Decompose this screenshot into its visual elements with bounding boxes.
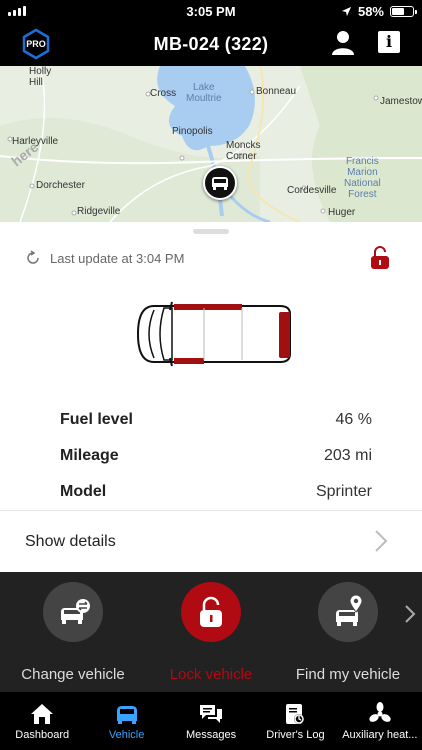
map-label: Francis Marion National Forest	[344, 156, 381, 200]
spec-row: Model Sprinter	[60, 474, 372, 510]
map-label: Jamestown	[380, 96, 422, 107]
lock-vehicle-label: Lock vehicle	[169, 666, 253, 683]
spec-label: Mileage	[60, 447, 119, 464]
info-icon[interactable]: i	[378, 31, 400, 53]
refresh-icon[interactable]	[25, 250, 41, 266]
spec-value: 46 %	[335, 411, 372, 428]
vehicle-specs: Fuel level 46 % Mileage 203 mi Model Spr…	[60, 402, 372, 510]
map-label: Pinopolis	[172, 126, 213, 137]
change-vehicle-icon	[43, 582, 103, 642]
vehicle-map[interactable]: Holly Hill here Cross Lake Moultrie Bonn…	[0, 66, 422, 222]
show-details-label: Show details	[25, 533, 116, 550]
find-vehicle-label: Find my vehicle	[295, 666, 401, 683]
tab-label: Auxiliary heat...	[342, 729, 418, 741]
map-label: Huger	[328, 207, 356, 218]
map-label: Lake Moultrie	[186, 82, 222, 104]
lock-vehicle-button[interactable]: Lock vehicle	[141, 582, 281, 683]
vehicle-sheet: Last update at 3:04 PM Fuel level 46 % M…	[0, 222, 422, 572]
tab-dashboard[interactable]: Dashboard	[0, 692, 84, 750]
find-vehicle-button[interactable]: Find my vehicle	[278, 582, 418, 683]
last-update-text: Last update at 3:04 PM	[50, 250, 185, 266]
change-vehicle-button[interactable]: Change vehicle	[3, 582, 143, 683]
spec-value: 203 mi	[323, 447, 372, 464]
app-header: PRO MB-024 (322) i	[0, 22, 422, 66]
page-title: MB-024 (322)	[153, 34, 269, 54]
map-label: Harleyville	[12, 136, 59, 147]
spec-row: Mileage 203 mi	[60, 438, 372, 474]
vehicle-diagram	[136, 301, 291, 367]
tab-label: Driver's Log	[266, 729, 325, 741]
home-icon	[31, 704, 54, 724]
last-update: Last update at 3:04 PM	[25, 250, 184, 266]
battery-icon	[390, 6, 417, 17]
spec-row: Fuel level 46 %	[60, 402, 372, 438]
battery-percent: 58%	[357, 4, 384, 19]
tab-bar: Dashboard Vehicle Messages Driver's Log	[0, 692, 422, 750]
location-arrow-icon	[341, 6, 352, 17]
tab-messages[interactable]: Messages	[169, 692, 253, 750]
map-label: Cross	[150, 88, 177, 99]
chevron-right-icon[interactable]	[404, 604, 416, 624]
tab-label: Vehicle	[108, 729, 145, 741]
find-vehicle-icon	[318, 582, 378, 642]
lock-icon	[181, 582, 241, 642]
tab-drivers-log[interactable]: Driver's Log	[253, 692, 337, 750]
spec-value: Sprinter	[315, 483, 372, 500]
tab-auxiliary-heating[interactable]: Auxiliary heat...	[338, 692, 422, 750]
tab-label: Messages	[185, 729, 237, 741]
show-details-row[interactable]: Show details	[0, 510, 422, 572]
user-icon[interactable]	[330, 30, 356, 56]
fan-icon	[369, 702, 391, 722]
map-label: Moncks Corner	[226, 140, 261, 162]
map-label: Cordesville	[287, 185, 337, 196]
unlocked-icon	[371, 246, 389, 269]
map-label: Ridgeville	[77, 206, 121, 217]
map-label: Bonneau	[256, 86, 297, 97]
chevron-right-icon	[375, 530, 388, 552]
map-label: Holly Hill	[29, 66, 52, 88]
tab-vehicle[interactable]: Vehicle	[84, 692, 168, 750]
van-front-icon	[212, 177, 228, 190]
change-vehicle-label: Change vehicle	[21, 666, 125, 683]
tab-label: Dashboard	[15, 729, 70, 741]
sheet-drag-handle[interactable]	[193, 229, 229, 234]
status-bar: 3:05 PM 58%	[0, 0, 422, 22]
messages-icon	[200, 705, 223, 723]
spec-label: Model	[60, 483, 107, 500]
vehicle-icon	[116, 706, 137, 724]
drivers-log-icon	[286, 704, 305, 724]
quick-actions: Change vehicle Lock vehicle Find my vehi…	[0, 572, 422, 692]
spec-label: Fuel level	[60, 411, 133, 428]
vehicle-location-pin[interactable]	[203, 166, 237, 200]
map-label: Dorchester	[36, 180, 85, 191]
